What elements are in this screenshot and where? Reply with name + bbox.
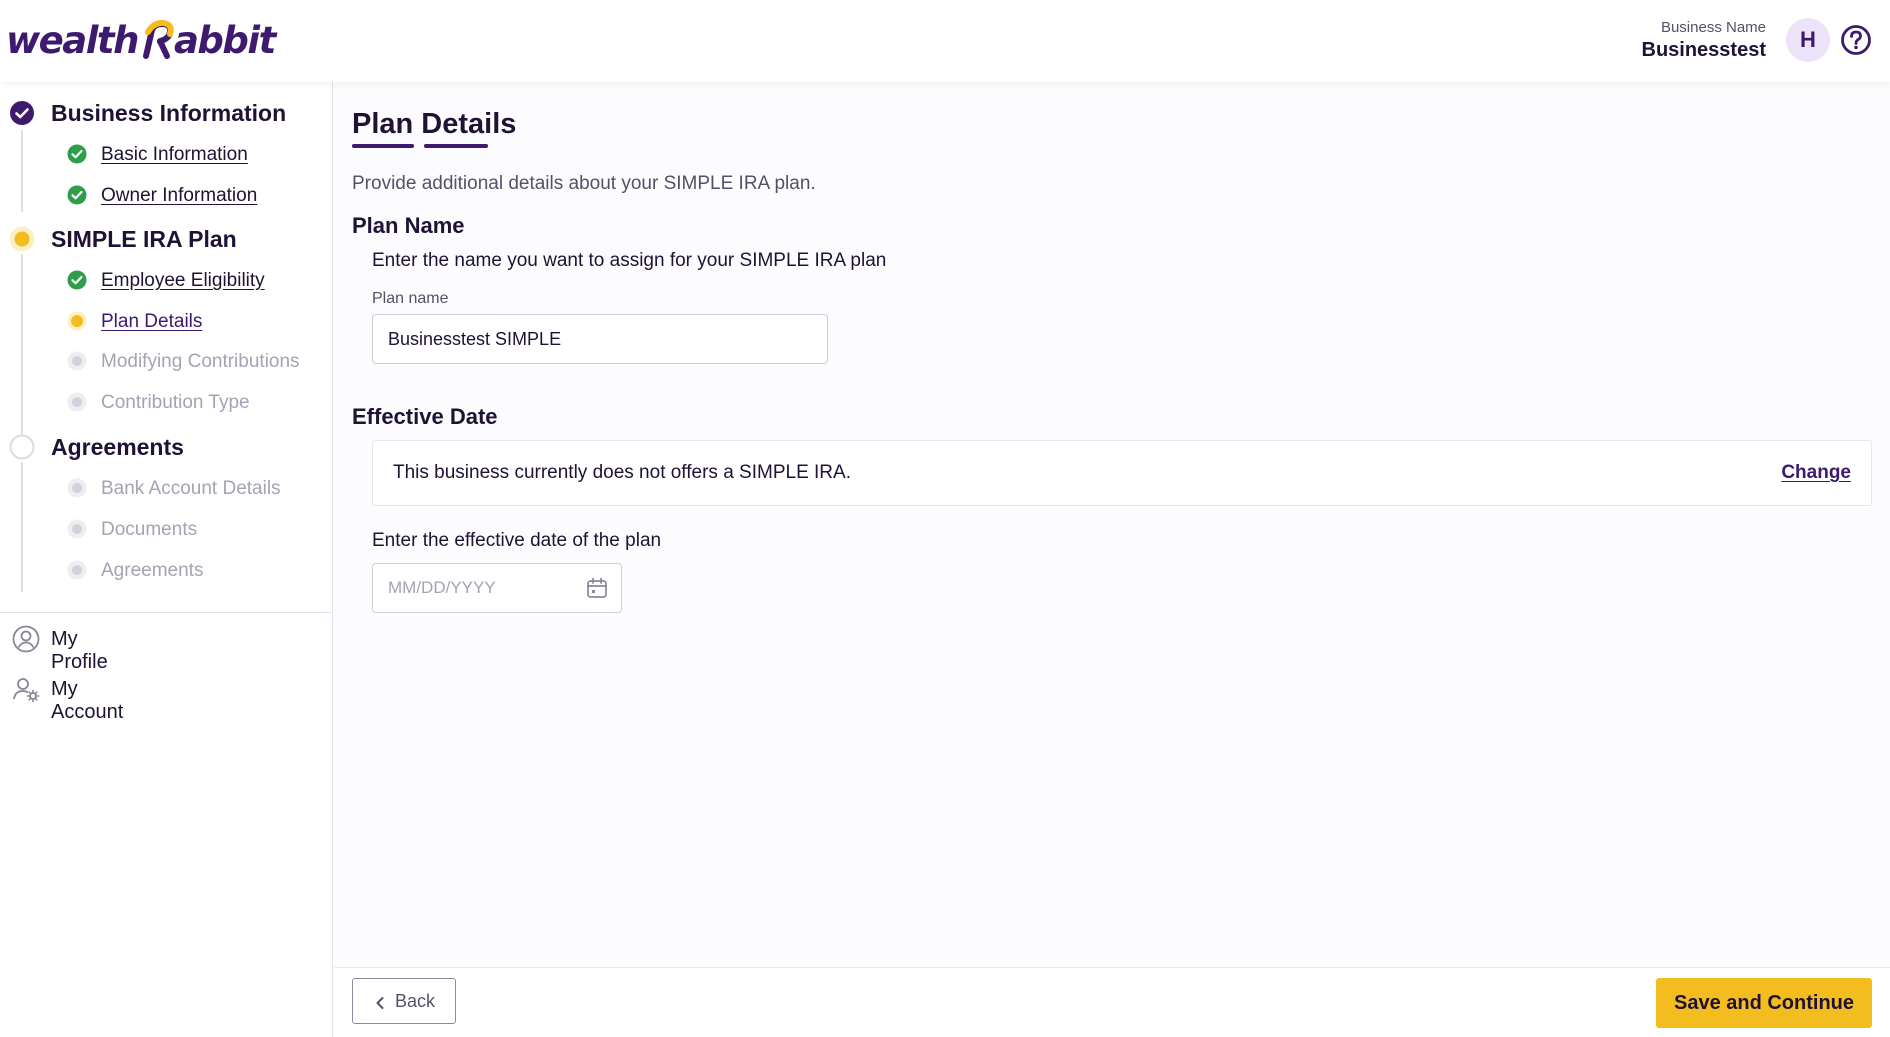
sidebar-item-label[interactable]: Plan Details <box>101 311 202 333</box>
sidebar-item-label: Bank Account Details <box>101 478 281 499</box>
user-circle-icon <box>12 625 40 653</box>
check-circle-icon <box>9 100 35 126</box>
not-started-circle-icon <box>9 434 35 460</box>
check-circle-icon <box>67 270 87 290</box>
effective-date-field[interactable] <box>372 563 622 613</box>
top-header: wealth abbit Business Name Businesstest … <box>0 0 1890 82</box>
page-subtitle: Provide additional details about your SI… <box>352 173 816 194</box>
rabbit-r-mark-icon <box>140 19 174 60</box>
back-button[interactable]: Back <box>352 978 456 1024</box>
pending-dot-icon <box>67 392 87 412</box>
nav-label: My Profile <box>51 628 108 673</box>
simple-ira-status-notice: This business currently does not offers … <box>372 440 1872 506</box>
pending-dot-icon <box>67 560 87 580</box>
check-circle-icon <box>67 185 87 205</box>
pending-dot-icon <box>67 519 87 539</box>
save-and-continue-button[interactable]: Save and Continue <box>1656 978 1872 1028</box>
current-step-dot-icon <box>67 311 87 331</box>
nav-label: My Account <box>51 678 124 723</box>
business-name-block: Business Name Businesstest <box>1642 19 1767 62</box>
sidebar-item-label: Agreements <box>101 560 204 581</box>
calendar-icon[interactable] <box>585 576 609 600</box>
chevron-left-icon <box>373 994 387 1009</box>
progress-connector-line <box>21 130 23 212</box>
main-content: Plan Details Provide additional details … <box>334 82 1890 967</box>
user-gear-icon <box>12 675 40 703</box>
action-footer: Back Save and Continue <box>334 967 1890 1037</box>
progress-connector-line <box>21 462 23 592</box>
sidebar-divider <box>0 612 332 613</box>
plan-name-heading: Plan Name <box>352 213 465 238</box>
title-underline <box>424 144 488 148</box>
user-avatar[interactable]: H <box>1786 18 1830 62</box>
logo-text-left: wealth <box>6 18 139 62</box>
avatar-initial: H <box>1800 27 1816 52</box>
check-circle-icon <box>67 144 87 164</box>
sidebar-item-label[interactable]: Owner Information <box>101 185 257 207</box>
in-progress-dot-icon <box>9 226 35 252</box>
effective-date-input[interactable] <box>373 564 573 612</box>
question-circle-icon[interactable] <box>1840 24 1872 56</box>
sidebar-item-label: Documents <box>101 519 198 540</box>
effective-date-description: Enter the effective date of the plan <box>372 530 662 551</box>
logo-text-right: abbit <box>173 18 276 62</box>
progress-sidebar: Business Information Basic Information O… <box>0 82 333 1037</box>
sidebar-item-label: Modifying Contributions <box>101 351 300 372</box>
section-label: Agreements <box>51 434 184 460</box>
plan-name-label: Plan name <box>372 290 449 307</box>
wealthrabbit-logo[interactable]: wealth abbit <box>6 18 276 62</box>
section-label: Business Information <box>51 100 287 126</box>
sidebar-item-label[interactable]: Employee Eligibility <box>101 270 265 292</box>
pending-dot-icon <box>67 478 87 498</box>
business-name-value: Businesstest <box>1641 39 1767 61</box>
sidebar-item-label[interactable]: Basic Information <box>101 144 248 166</box>
back-button-label: Back <box>394 990 436 1011</box>
notice-message: This business currently does not offers … <box>393 462 851 483</box>
plan-name-description: Enter the name you want to assign for yo… <box>372 250 887 271</box>
effective-date-heading: Effective Date <box>352 404 498 429</box>
progress-connector-line <box>21 254 23 440</box>
title-underline <box>352 144 414 148</box>
section-label: SIMPLE IRA Plan <box>51 226 237 252</box>
sidebar-item-label: Contribution Type <box>101 392 250 413</box>
plan-name-input[interactable] <box>372 314 828 364</box>
pending-dot-icon <box>67 351 87 371</box>
change-link[interactable]: Change <box>1781 462 1851 484</box>
page-title: Plan Details <box>352 108 517 140</box>
business-name-label: Business Name <box>1660 19 1766 36</box>
